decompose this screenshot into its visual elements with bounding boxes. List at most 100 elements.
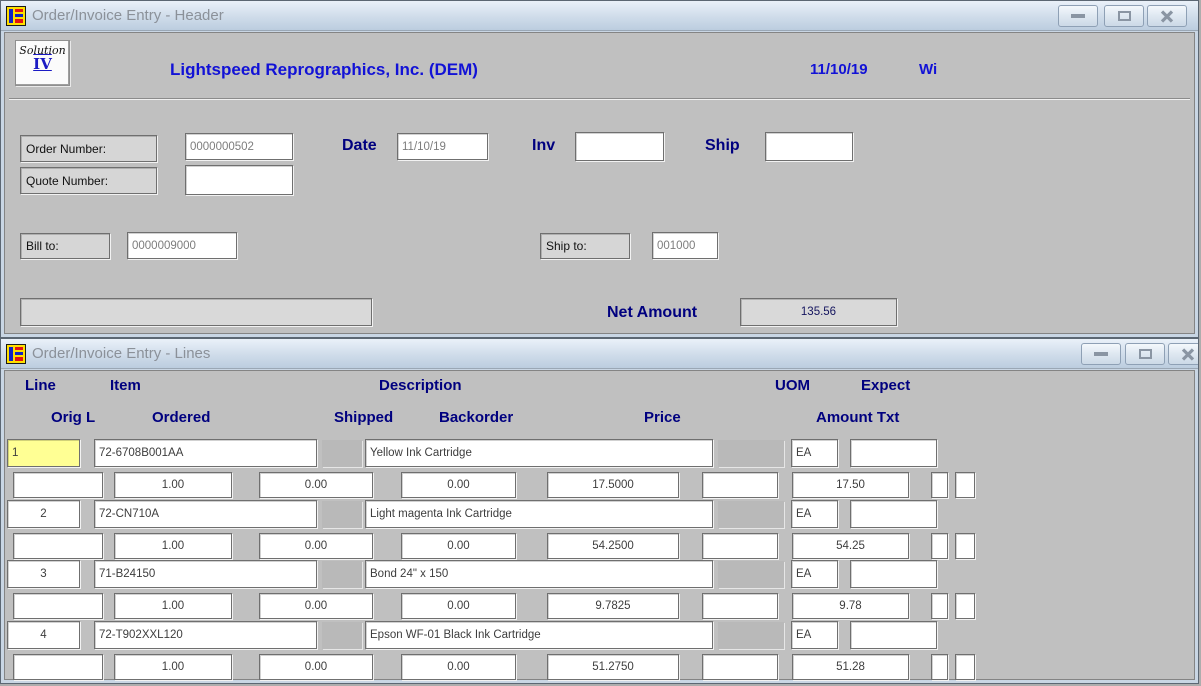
item-field[interactable]: 72-6708B001AA [94,439,317,467]
net-amount-label: Net Amount [607,304,697,322]
expect-field[interactable] [850,439,937,467]
discount-field[interactable] [702,472,778,498]
item-field[interactable]: 72-T902XXL120 [94,621,317,649]
logo-text-iv: IV [16,57,69,72]
inv-label: Inv [532,137,555,155]
lines-rows: 1 72-6708B001AA Yellow Ink Cartridge EA 1.00… [5,439,1194,686]
minimize-button[interactable] [1058,5,1098,27]
line-number-field[interactable]: 4 [7,621,80,649]
line-number-field[interactable]: 1 [7,439,80,467]
description-field[interactable]: Light magenta Ink Cartridge [365,500,713,528]
header-window-titlebar[interactable]: Order/Invoice Entry - Header [1,1,1198,31]
backorder-field[interactable]: 0.00 [401,533,516,559]
discount-field[interactable] [702,654,778,680]
app-icon [6,344,26,364]
ship-to-field[interactable]: 001000 [652,232,718,259]
bill-to-label: Bill to: [20,233,110,259]
description-field[interactable]: Epson WF-01 Black Ink Cartridge [365,621,713,649]
uom-field[interactable]: EA [791,500,838,528]
spacer-box [718,440,784,467]
txt-flag-field[interactable] [931,472,948,498]
col-header-price: Price [644,409,681,426]
maximize-button[interactable] [1104,5,1144,27]
header-window-client: Solution IV Lightspeed Reprographics, In… [4,32,1195,334]
amount-field[interactable]: 9.78 [792,593,909,619]
backorder-field[interactable]: 0.00 [401,593,516,619]
lines-window: Order/Invoice Entry - Lines Line Item De… [0,338,1199,684]
spacer-box [718,501,784,528]
col-header-amount-txt: Amount Txt [816,409,899,426]
col-header-expect: Expect [861,377,910,394]
lines-window-title: Order/Invoice Entry - Lines [32,345,210,362]
ordered-field[interactable]: 1.00 [114,593,232,619]
shipped-field[interactable]: 0.00 [259,654,373,680]
txt-flag-field[interactable] [931,533,948,559]
orig-line-field[interactable] [13,472,103,498]
expect-field[interactable] [850,621,937,649]
txt-flag-field[interactable] [931,654,948,680]
system-date: 11/10/19 [810,61,868,78]
orig-line-field[interactable] [13,654,103,680]
txt-flag-field[interactable] [931,593,948,619]
backorder-field[interactable]: 0.00 [401,472,516,498]
line-row: 1 72-6708B001AA Yellow Ink Cartridge EA 1.00… [5,439,1194,499]
close-button[interactable] [1147,5,1187,27]
col-header-line: Line [25,377,56,394]
minimize-icon [1071,14,1085,18]
txt-flag-field-2[interactable] [955,533,975,559]
shipped-field[interactable]: 0.00 [259,533,373,559]
expect-field[interactable] [850,560,937,588]
ship-label: Ship [705,137,740,155]
price-field[interactable]: 51.2750 [547,654,679,680]
txt-flag-field-2[interactable] [955,593,975,619]
ship-field[interactable] [765,132,853,161]
line-row: 4 72-T902XXL120 Epson WF-01 Black Ink Cart… [5,621,1194,681]
maximize-button[interactable] [1125,343,1165,365]
item-field[interactable]: 72-CN710A [94,500,317,528]
col-header-description: Description [379,377,462,394]
line-number-field[interactable]: 3 [7,560,80,588]
uom-field[interactable]: EA [791,439,838,467]
ordered-field[interactable]: 1.00 [114,533,232,559]
ordered-field[interactable]: 1.00 [114,472,232,498]
bill-to-field[interactable]: 0000009000 [127,232,237,259]
close-button[interactable] [1168,343,1198,365]
shipped-field[interactable]: 0.00 [259,593,373,619]
line-number-field[interactable]: 2 [7,500,80,528]
discount-field[interactable] [702,593,778,619]
orig-line-field[interactable] [13,593,103,619]
ordered-field[interactable]: 1.00 [114,654,232,680]
amount-field[interactable]: 51.28 [792,654,909,680]
txt-flag-field-2[interactable] [955,472,975,498]
expect-field[interactable] [850,500,937,528]
backorder-field[interactable]: 0.00 [401,654,516,680]
discount-field[interactable] [702,533,778,559]
lines-window-titlebar[interactable]: Order/Invoice Entry - Lines [1,339,1198,369]
quote-number-field[interactable] [185,165,293,195]
date-field[interactable]: 11/10/19 [397,133,488,160]
shipped-field[interactable]: 0.00 [259,472,373,498]
amount-field[interactable]: 17.50 [792,472,909,498]
price-field[interactable]: 9.7825 [547,593,679,619]
col-header-item: Item [110,377,141,394]
inv-field[interactable] [575,132,664,161]
price-field[interactable]: 54.2500 [547,533,679,559]
description-field[interactable]: Yellow Ink Cartridge [365,439,713,467]
header-divider [9,98,1190,100]
price-field[interactable]: 17.5000 [547,472,679,498]
app-icon [6,6,26,26]
amount-field[interactable]: 54.25 [792,533,909,559]
col-header-uom: UOM [775,377,810,394]
minimize-button[interactable] [1081,343,1121,365]
order-number-field[interactable]: 0000000502 [185,133,293,160]
ship-to-label: Ship to: [540,233,630,259]
description-field[interactable]: Bond 24" x 150 [365,560,713,588]
header-window: Order/Invoice Entry - Header Solution IV… [0,0,1199,338]
col-header-orig-l: Orig L [51,409,95,426]
solution-iv-logo: Solution IV [15,40,70,86]
txt-flag-field-2[interactable] [955,654,975,680]
uom-field[interactable]: EA [791,560,838,588]
uom-field[interactable]: EA [791,621,838,649]
orig-line-field[interactable] [13,533,103,559]
item-field[interactable]: 71-B24150 [94,560,317,588]
